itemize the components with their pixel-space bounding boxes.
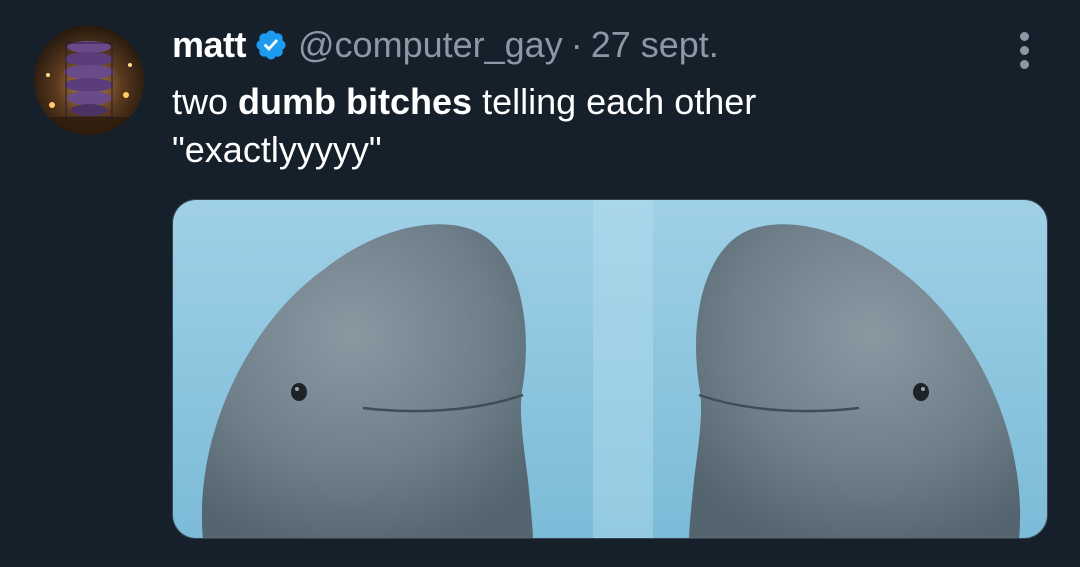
- verified-badge-icon[interactable]: [254, 28, 288, 62]
- display-name[interactable]: matt: [172, 24, 247, 66]
- tweet-text: two dumb bitches telling each other "exa…: [172, 78, 1032, 174]
- beluga-photo: [173, 200, 1047, 538]
- more-options-icon[interactable]: [1010, 30, 1040, 70]
- tweet[interactable]: matt @computer_gay · 27 sept. two dumb b…: [0, 0, 1080, 567]
- tweet-header: matt @computer_gay · 27 sept.: [172, 22, 719, 68]
- avatar-image: [34, 25, 144, 135]
- user-handle[interactable]: @computer_gay: [298, 24, 563, 66]
- tweet-media-image[interactable]: [172, 199, 1048, 539]
- tweet-text-part1: two: [172, 81, 239, 122]
- tweet-text-line2: "exactlyyyyy": [172, 129, 382, 170]
- tweet-date[interactable]: 27 sept.: [591, 24, 719, 66]
- tweet-text-bold: dumb bitches: [238, 81, 473, 122]
- avatar[interactable]: [34, 25, 144, 135]
- more-dot: [1020, 60, 1029, 69]
- more-dot: [1020, 32, 1029, 41]
- more-dot: [1020, 46, 1029, 55]
- tweet-text-part2: telling each other: [472, 81, 757, 122]
- separator-dot: ·: [570, 24, 583, 65]
